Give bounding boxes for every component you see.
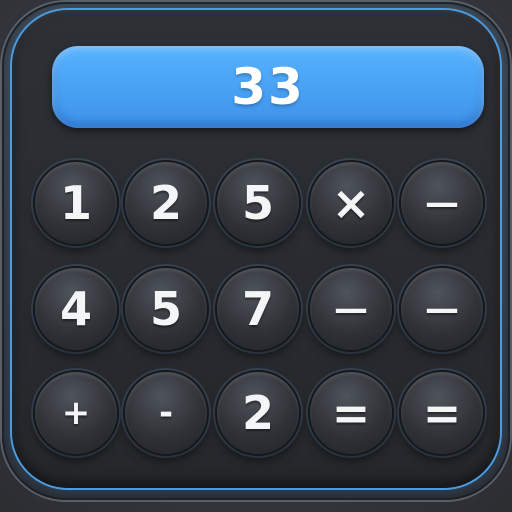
key-2[interactable]: 2 (125, 162, 207, 244)
key-label: 4 (59, 282, 92, 336)
calculator-body: 33 1 2 5 × — 4 5 7 — — + - 2 = = (12, 10, 500, 488)
key-equals[interactable]: = (310, 372, 392, 454)
key-label: 1 (59, 176, 92, 230)
key-minus[interactable]: — (401, 268, 483, 350)
key-7[interactable]: 7 (217, 268, 299, 350)
key-label: + (61, 393, 91, 433)
key-minus[interactable]: — (401, 162, 483, 244)
key-2[interactable]: 2 (217, 372, 299, 454)
key-label: 7 (241, 282, 274, 336)
key-label: — (425, 183, 459, 223)
key-5[interactable]: 5 (217, 162, 299, 244)
key-1[interactable]: 1 (35, 162, 117, 244)
key-label: 2 (241, 386, 274, 440)
key-equals[interactable]: = (401, 372, 483, 454)
key-4[interactable]: 4 (35, 268, 117, 350)
key-5[interactable]: 5 (125, 268, 207, 350)
key-label: — (334, 289, 368, 329)
key-label: — (425, 289, 459, 329)
key-label: 5 (149, 282, 182, 336)
key-label: 5 (241, 176, 274, 230)
calculator-display: 33 (52, 46, 484, 128)
key-label: = (331, 386, 371, 440)
key-label: 2 (149, 176, 182, 230)
key-multiply[interactable]: × (310, 162, 392, 244)
key-label: - (158, 393, 174, 433)
key-minus[interactable]: — (310, 268, 392, 350)
key-label: × (331, 176, 371, 230)
key-label: = (422, 386, 462, 440)
display-value: 33 (231, 58, 305, 116)
key-minus[interactable]: - (125, 372, 207, 454)
key-plus[interactable]: + (35, 372, 117, 454)
